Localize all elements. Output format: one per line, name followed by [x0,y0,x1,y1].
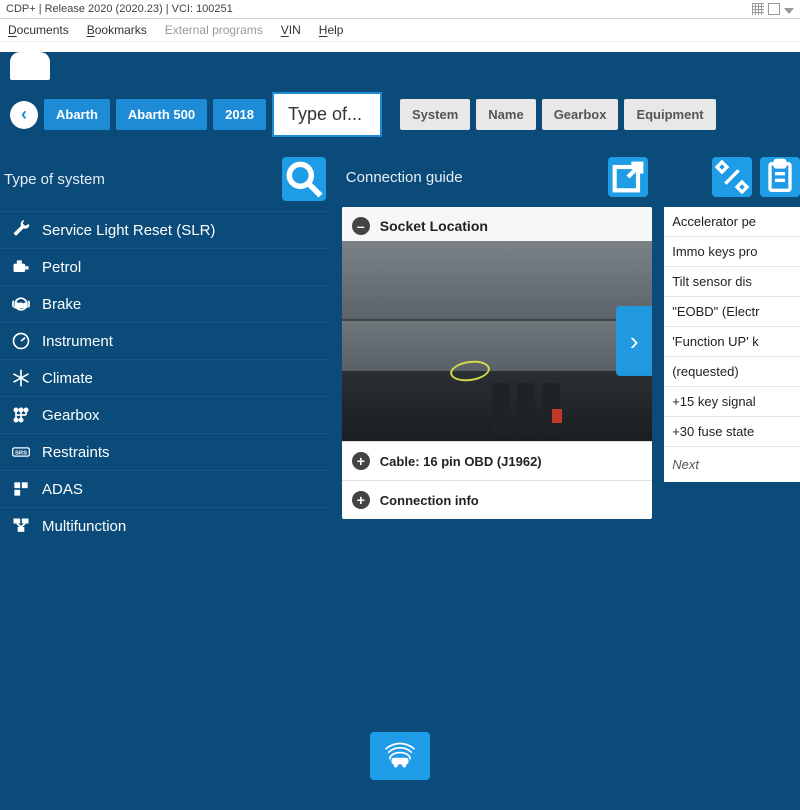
tools-button[interactable] [712,157,752,197]
engine-icon [10,256,32,278]
sys-climate[interactable]: Climate [0,359,330,396]
chip-year[interactable]: 2018 [213,99,266,130]
sys-brake[interactable]: ABS Brake [0,285,330,322]
titlebar: CDP+ | Release 2020 (2020.23) | VCI: 100… [0,0,800,19]
list-item[interactable]: Immo keys pro [664,237,800,267]
grey-equipment[interactable]: Equipment [624,99,715,130]
multifunction-icon [10,515,32,537]
clipboard-button[interactable] [760,157,800,197]
menu-vin[interactable]: VIN [281,23,301,37]
content-columns: Type of system Service Light Reset (SLR)… [0,151,800,544]
list-next[interactable]: Next [664,447,800,482]
back-button[interactable]: ‹ [10,101,38,129]
socket-photo: › [342,241,652,441]
tools-icon [712,157,752,197]
brake-icon: ABS [10,293,32,315]
list-item[interactable]: (requested) [664,357,800,387]
search-button[interactable] [282,157,326,201]
list-item[interactable]: Accelerator pe [664,207,800,237]
menu-documents[interactable]: DDocumentsocuments [8,23,69,37]
gearbox-icon [10,404,32,426]
sys-petrol[interactable]: Petrol [0,248,330,285]
photo-next-button[interactable]: › [616,306,652,376]
list-item[interactable]: "EOBD" (Electr [664,297,800,327]
svg-text:ABS: ABS [15,303,27,309]
system-list: Service Light Reset (SLR) Petrol ABS Bra… [0,211,330,544]
gauge-icon [10,330,32,352]
window-controls [752,3,794,15]
snowflake-icon [10,367,32,389]
menubar: DDocumentsocuments Bookmarks External pr… [0,19,800,42]
sys-gearbox[interactable]: Gearbox [0,396,330,433]
brand-logo [10,52,50,80]
bottom-bar [0,732,800,780]
search-icon [282,157,326,201]
popout-icon [608,157,648,197]
left-column: Type of system Service Light Reset (SLR)… [0,151,330,544]
socket-location-header[interactable]: Socket Location [342,207,652,241]
sys-adas[interactable]: ADAS [0,470,330,507]
chip-model[interactable]: Abarth 500 [116,99,207,130]
connection-guide-panel: Socket Location › Cable: 16 pin OBD (J19… [342,207,652,519]
menu-help[interactable]: Help [319,23,344,37]
expand-icon [352,452,370,470]
menu-external[interactable]: External programs [165,23,263,37]
maximize-icon[interactable] [768,3,780,15]
right-column: Accelerator pe Immo keys pro Tilt sensor… [664,151,800,544]
sys-multifunction[interactable]: Multifunction [0,507,330,544]
grey-gearbox[interactable]: Gearbox [542,99,619,130]
vehicle-scan-button[interactable] [370,732,430,780]
caret-icon[interactable] [784,8,794,14]
sys-slr[interactable]: Service Light Reset (SLR) [0,211,330,248]
type-field[interactable]: Type of... [272,92,382,137]
list-item[interactable]: 'Function UP' k [664,327,800,357]
car-scan-icon [383,741,417,771]
mid-title: Connection guide [346,169,463,186]
list-item[interactable]: +15 key signal [664,387,800,417]
svg-text:SRS: SRS [15,451,27,457]
grey-name[interactable]: Name [476,99,535,130]
grey-system[interactable]: System [400,99,470,130]
wrench-icon [10,219,32,241]
chip-brand[interactable]: Abarth [44,99,110,130]
main-area: ‹ Abarth Abarth 500 2018 Type of... Syst… [0,52,800,810]
window-title: CDP+ | Release 2020 (2020.23) | VCI: 100… [6,3,233,15]
adas-icon [10,478,32,500]
collapse-icon [352,217,370,235]
list-item[interactable]: +30 fuse state [664,417,800,447]
menu-bookmarks[interactable]: Bookmarks [87,23,147,37]
info-list: Accelerator pe Immo keys pro Tilt sensor… [664,207,800,482]
middle-column: Connection guide Socket Location › [342,151,652,544]
sys-restraints[interactable]: SRS Restraints [0,433,330,470]
list-item[interactable]: Tilt sensor dis [664,267,800,297]
popout-button[interactable] [608,157,648,197]
srs-icon: SRS [10,441,32,463]
left-title: Type of system [4,171,105,188]
breadcrumb-row: ‹ Abarth Abarth 500 2018 Type of... Syst… [0,88,800,151]
sys-instrument[interactable]: Instrument [0,322,330,359]
cable-section[interactable]: Cable: 16 pin OBD (J1962) [342,441,652,480]
clipboard-icon [760,157,800,197]
expand-icon [352,491,370,509]
grid-icon[interactable] [752,3,764,15]
conninfo-section[interactable]: Connection info [342,480,652,519]
